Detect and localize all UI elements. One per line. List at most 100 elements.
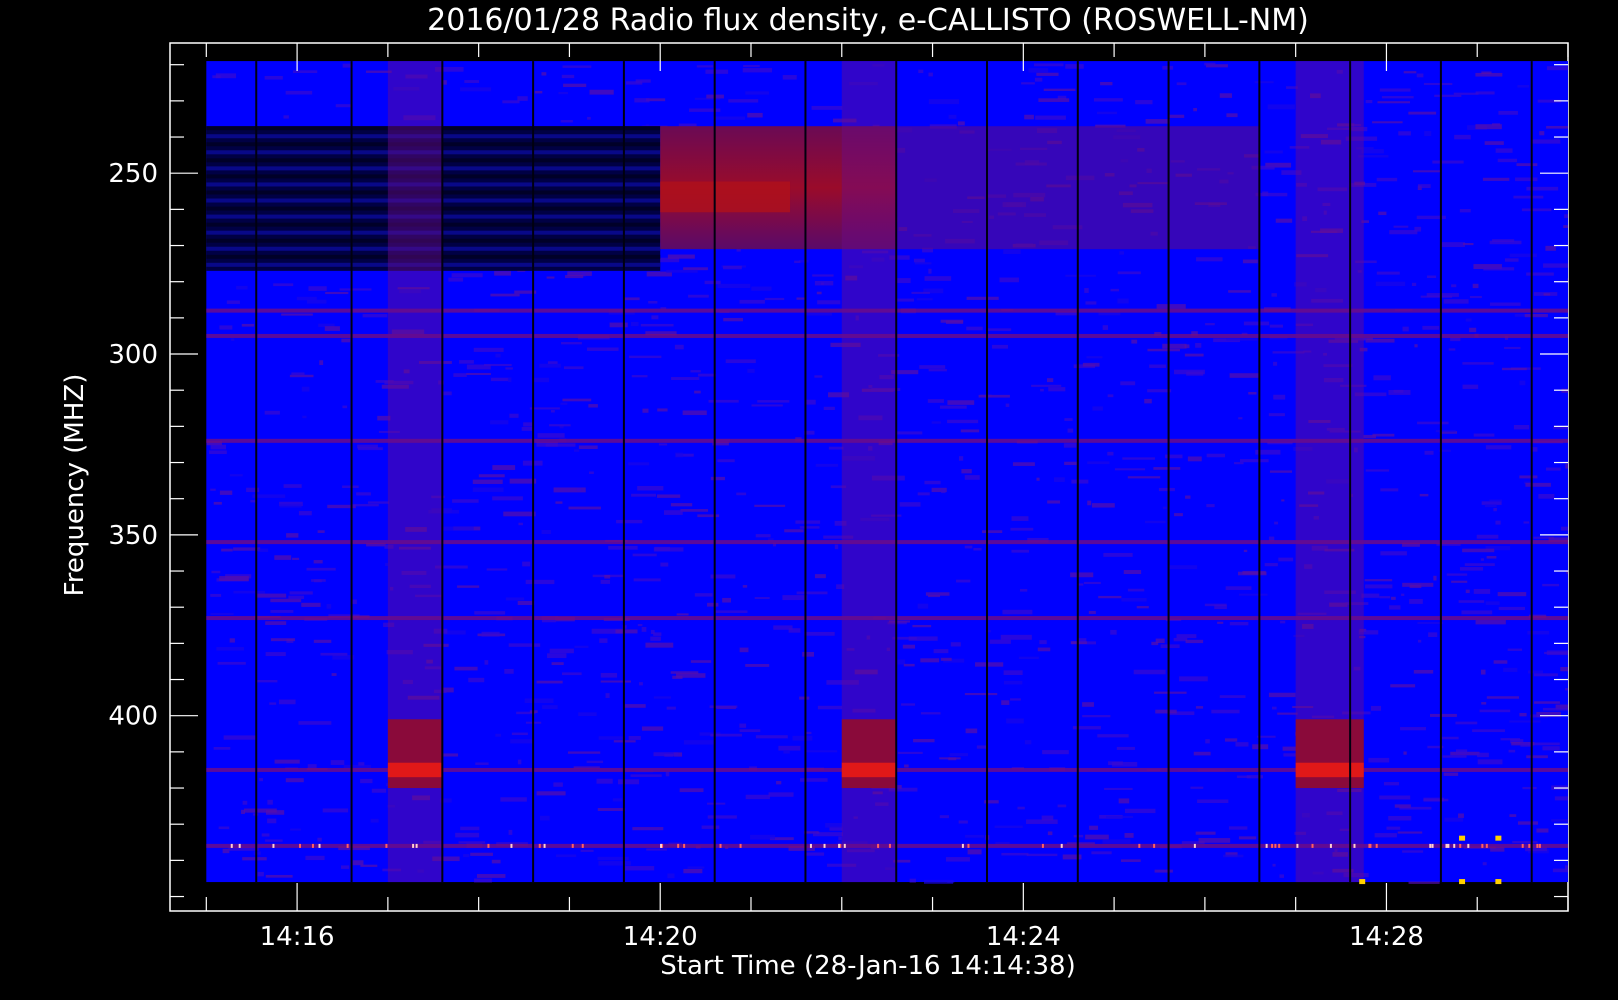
heatmap-cell <box>1064 461 1077 466</box>
heatmap-cell <box>1432 160 1464 164</box>
heatmap-cell <box>795 520 821 524</box>
heatmap-cell <box>1123 570 1142 575</box>
heatmap-cell <box>561 672 582 676</box>
heatmap-cell <box>517 759 522 765</box>
heatmap-cell <box>1195 342 1202 348</box>
heatmap-cell <box>628 462 650 466</box>
heatmap-cell <box>975 662 1004 667</box>
heatmap-cell <box>698 373 717 377</box>
heatmap-cell <box>1156 304 1186 309</box>
heatmap-cell <box>1167 114 1185 118</box>
heatmap-cell <box>365 70 392 73</box>
heatmap-cell <box>1546 125 1568 129</box>
y-tick-label: 300 <box>108 340 158 370</box>
heatmap-cell <box>924 276 952 281</box>
heatmap-cell <box>632 553 657 557</box>
heatmap-cell <box>1024 740 1032 745</box>
heatmap-cell <box>1389 605 1401 610</box>
heatmap-cell <box>216 647 244 651</box>
heatmap-cell <box>1173 369 1205 375</box>
heatmap-cell <box>1275 218 1293 223</box>
heatmap-cell <box>640 323 674 327</box>
emission-spot <box>1296 843 1299 848</box>
heatmap-cell <box>1475 620 1506 625</box>
heatmap-cell <box>476 874 506 878</box>
heatmap-cell <box>1028 68 1049 73</box>
heatmap-cell <box>672 675 683 679</box>
heatmap-cell <box>475 762 489 765</box>
heatmap-cell <box>768 792 794 797</box>
heatmap-cell <box>796 591 828 595</box>
heatmap-cell <box>265 839 283 842</box>
heatmap-cell <box>776 781 782 785</box>
heatmap-cell <box>1554 796 1568 801</box>
emission-spot <box>1271 843 1274 848</box>
heatmap-cell <box>313 560 323 564</box>
heatmap-cell <box>448 277 464 282</box>
heatmap-cell <box>739 729 761 733</box>
heatmap-cell <box>653 547 684 552</box>
heatmap-cell <box>1017 806 1025 810</box>
heatmap-cell <box>814 574 826 579</box>
heatmap-cell <box>1131 339 1138 344</box>
heatmap-cell <box>229 638 235 643</box>
heatmap-cell <box>616 519 643 524</box>
heatmap-cell <box>1064 418 1073 421</box>
heatmap-cell <box>1519 380 1526 386</box>
heatmap-cell <box>964 545 973 549</box>
heatmap-cell <box>653 696 671 699</box>
heatmap-cell <box>213 746 231 750</box>
heatmap-cell <box>541 72 547 76</box>
heatmap-cell <box>278 699 296 705</box>
heatmap-cell <box>1539 131 1545 136</box>
heatmap-cell <box>1484 141 1504 145</box>
heatmap-cell <box>209 450 227 455</box>
heatmap-cell <box>1235 742 1249 747</box>
heatmap-cell <box>270 598 302 603</box>
heatmap-cell <box>1455 749 1468 755</box>
heatmap-cell <box>1047 500 1061 504</box>
heatmap-cell <box>1155 709 1177 714</box>
heatmap-cell <box>1512 840 1538 844</box>
interference-block <box>1295 719 1364 789</box>
emission-spot <box>1060 843 1063 848</box>
heatmap-cell <box>301 602 321 607</box>
heatmap-cell <box>1144 520 1166 524</box>
heatmap-cell <box>909 878 916 883</box>
heatmap-cell <box>331 673 337 676</box>
heatmap-cell <box>464 80 480 83</box>
heatmap-cell <box>1462 362 1494 365</box>
heatmap-cell <box>624 297 640 301</box>
heatmap-cell <box>463 854 470 858</box>
heatmap-cell <box>589 471 594 474</box>
heatmap-cell <box>704 280 721 285</box>
heatmap-cell <box>675 452 684 458</box>
heatmap-cell <box>728 99 759 103</box>
heatmap-cell <box>947 880 955 883</box>
heatmap-cell <box>241 809 245 814</box>
heatmap-cell <box>814 375 823 378</box>
heatmap-cell <box>1124 833 1134 838</box>
heatmap-cell <box>522 561 531 567</box>
heatmap-cell <box>667 873 675 879</box>
emission-spot <box>888 843 891 848</box>
heatmap-cell <box>1485 445 1512 450</box>
heatmap-cell <box>1158 487 1175 492</box>
heatmap-cell <box>1545 245 1556 251</box>
heatmap-cell <box>687 866 705 869</box>
peak-spot <box>1359 879 1366 885</box>
heatmap-cell <box>1176 634 1197 639</box>
heatmap-cell <box>1000 634 1032 640</box>
emission-spot <box>1329 843 1332 848</box>
emission-spot <box>809 843 812 848</box>
heatmap-cell <box>442 391 452 396</box>
heatmap-cell <box>1517 821 1539 825</box>
heatmap-cell <box>901 703 916 706</box>
heatmap-cell <box>341 338 351 343</box>
emission-spot <box>1528 843 1531 848</box>
heatmap-cell <box>1012 462 1035 466</box>
emission-spot <box>1375 843 1378 848</box>
heatmap-cell <box>1122 457 1155 460</box>
heatmap-cell <box>577 487 582 492</box>
peak-spot <box>1459 879 1466 885</box>
